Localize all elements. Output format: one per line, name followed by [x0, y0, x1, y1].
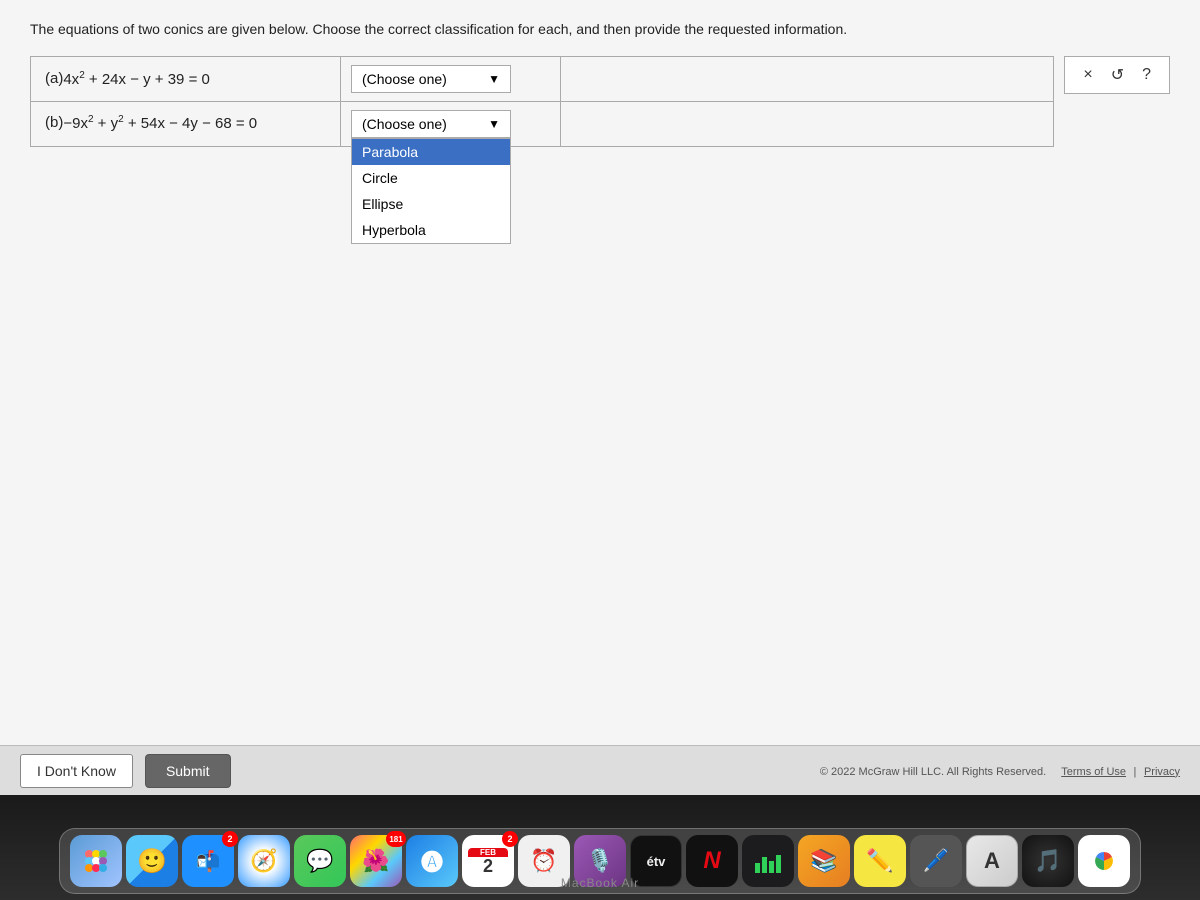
close-button[interactable]: ×: [1081, 66, 1094, 84]
calendar-icon: FEB 2: [468, 848, 508, 875]
scribble-icon: 🖊️: [922, 848, 949, 874]
dock-item-badge2[interactable]: 2 📬: [182, 835, 234, 887]
photos-icon: 🌺: [362, 848, 389, 874]
copyright-text: © 2022 McGraw Hill LLC. All Rights Reser…: [820, 766, 1046, 778]
privacy-link[interactable]: Privacy: [1144, 766, 1180, 778]
dropdown-b-arrow: ▼: [488, 117, 500, 131]
dock-music[interactable]: 🎵: [1022, 835, 1074, 887]
copyright-area: © 2022 McGraw Hill LLC. All Rights Reser…: [820, 762, 1180, 780]
notes-icon: ✏️: [866, 848, 893, 874]
terms-link[interactable]: Terms of Use: [1061, 766, 1126, 778]
dropdown-option-circle[interactable]: Circle: [352, 165, 510, 191]
launchpad-icon: [82, 847, 110, 875]
dropdown-b-container: (Choose one) ▼ Parabola Circle Ellipse H…: [351, 110, 511, 138]
music-icon: 🎵: [1034, 848, 1061, 874]
dock-chrome[interactable]: [1078, 835, 1130, 887]
stocks-icon: [753, 847, 783, 875]
right-controls: × ↺ ?: [1064, 56, 1170, 94]
equation-a: 4x2 + 24x − y + 39 = 0: [63, 70, 210, 88]
dropdown-option-parabola[interactable]: Parabola: [352, 139, 510, 165]
dock-safari[interactable]: 🧭: [238, 835, 290, 887]
dock-notes[interactable]: ✏️: [854, 835, 906, 887]
left-actions: I Don't Know Submit: [20, 754, 231, 788]
messages-icon: 💬: [306, 848, 333, 874]
undo-button[interactable]: ↺: [1109, 65, 1126, 85]
safari-icon: 🧭: [250, 848, 277, 874]
netflix-icon: N: [703, 847, 720, 875]
dropdown-a-label: (Choose one): [362, 71, 447, 87]
podcasts-icon: 🎙️: [586, 848, 613, 874]
dock-messages[interactable]: 💬: [294, 835, 346, 887]
badge-calendar-2: 2: [502, 831, 518, 847]
badge-181: 181: [386, 831, 406, 847]
chrome-icon: [1089, 846, 1119, 876]
question-a-label: (a) 4x2 + 24x − y + 39 = 0: [31, 57, 341, 101]
dock-netflix[interactable]: N: [686, 835, 738, 887]
badge-icon: 📬: [196, 849, 221, 874]
equation-b: −9x2 + y2 + 54x − 4y − 68 = 0: [63, 114, 257, 132]
questions-left: (a) 4x2 + 24x − y + 39 = 0 (Choose one) …: [30, 56, 1054, 147]
dropdown-a-arrow: ▼: [488, 72, 500, 86]
part-b: (b): [45, 114, 63, 131]
dropdown-a-cell: (Choose one) ▼: [341, 57, 561, 101]
books-icon: 📚: [810, 848, 837, 874]
dropdown-b-menu: Parabola Circle Ellipse Hyperbola: [351, 138, 511, 244]
question-b-label: (b) −9x2 + y2 + 54x − 4y − 68 = 0: [31, 102, 341, 146]
dock-stocks[interactable]: [742, 835, 794, 887]
badge-2: 2: [222, 831, 238, 847]
terms-separator: [1051, 766, 1057, 778]
dropdown-b-label: (Choose one): [362, 116, 447, 132]
answer-a-cell: [561, 57, 1053, 101]
bottom-bar: I Don't Know Submit © 2022 McGraw Hill L…: [0, 745, 1200, 795]
macbook-label: MacBook Air: [561, 876, 639, 890]
content-area: The equations of two conics are given be…: [0, 0, 1200, 795]
dropdown-option-ellipse[interactable]: Ellipse: [352, 191, 510, 217]
dropdown-b-cell[interactable]: (Choose one) ▼ Parabola Circle Ellipse H…: [341, 102, 561, 146]
fontbook-icon: A: [984, 848, 1000, 874]
questions-wrapper: (a) 4x2 + 24x − y + 39 = 0 (Choose one) …: [30, 56, 1170, 147]
dock-finder[interactable]: 🙂: [126, 835, 178, 887]
dropdown-a-button[interactable]: (Choose one) ▼: [351, 65, 511, 93]
submit-button[interactable]: Submit: [145, 754, 231, 788]
finder-icon: 🙂: [137, 847, 167, 876]
reminders-icon: ⏰: [530, 848, 557, 874]
dock-photos[interactable]: 181 🌺: [350, 835, 402, 887]
appletv-icon: étv: [647, 854, 666, 869]
dock-appstore[interactable]: 🅐: [406, 835, 458, 887]
dock-launchpad[interactable]: [70, 835, 122, 887]
dropdown-b-button[interactable]: (Choose one) ▼: [351, 110, 511, 138]
answer-b-cell: [561, 102, 1053, 146]
part-a: (a): [45, 70, 63, 87]
dock-area: 🙂 2 📬 🧭 💬 181 🌺 🅐 2 FEB 2: [0, 795, 1200, 900]
dock-calendar[interactable]: 2 FEB 2: [462, 835, 514, 887]
row-b: (b) −9x2 + y2 + 54x − 4y − 68 = 0 (Choos…: [30, 102, 1054, 147]
dont-know-button[interactable]: I Don't Know: [20, 754, 133, 788]
main-content: The equations of two conics are given be…: [0, 0, 1200, 795]
dock-fontbook[interactable]: A: [966, 835, 1018, 887]
dropdown-option-hyperbola[interactable]: Hyperbola: [352, 217, 510, 243]
instructions-text: The equations of two conics are given be…: [30, 20, 1170, 40]
help-button[interactable]: ?: [1140, 66, 1153, 84]
pipe-separator: |: [1131, 766, 1140, 778]
dock-books[interactable]: 📚: [798, 835, 850, 887]
dock-scribble[interactable]: 🖊️: [910, 835, 962, 887]
appstore-icon: 🅐: [421, 845, 443, 877]
row-a: (a) 4x2 + 24x − y + 39 = 0 (Choose one) …: [30, 56, 1054, 102]
dropdown-a-container: (Choose one) ▼: [351, 65, 511, 93]
